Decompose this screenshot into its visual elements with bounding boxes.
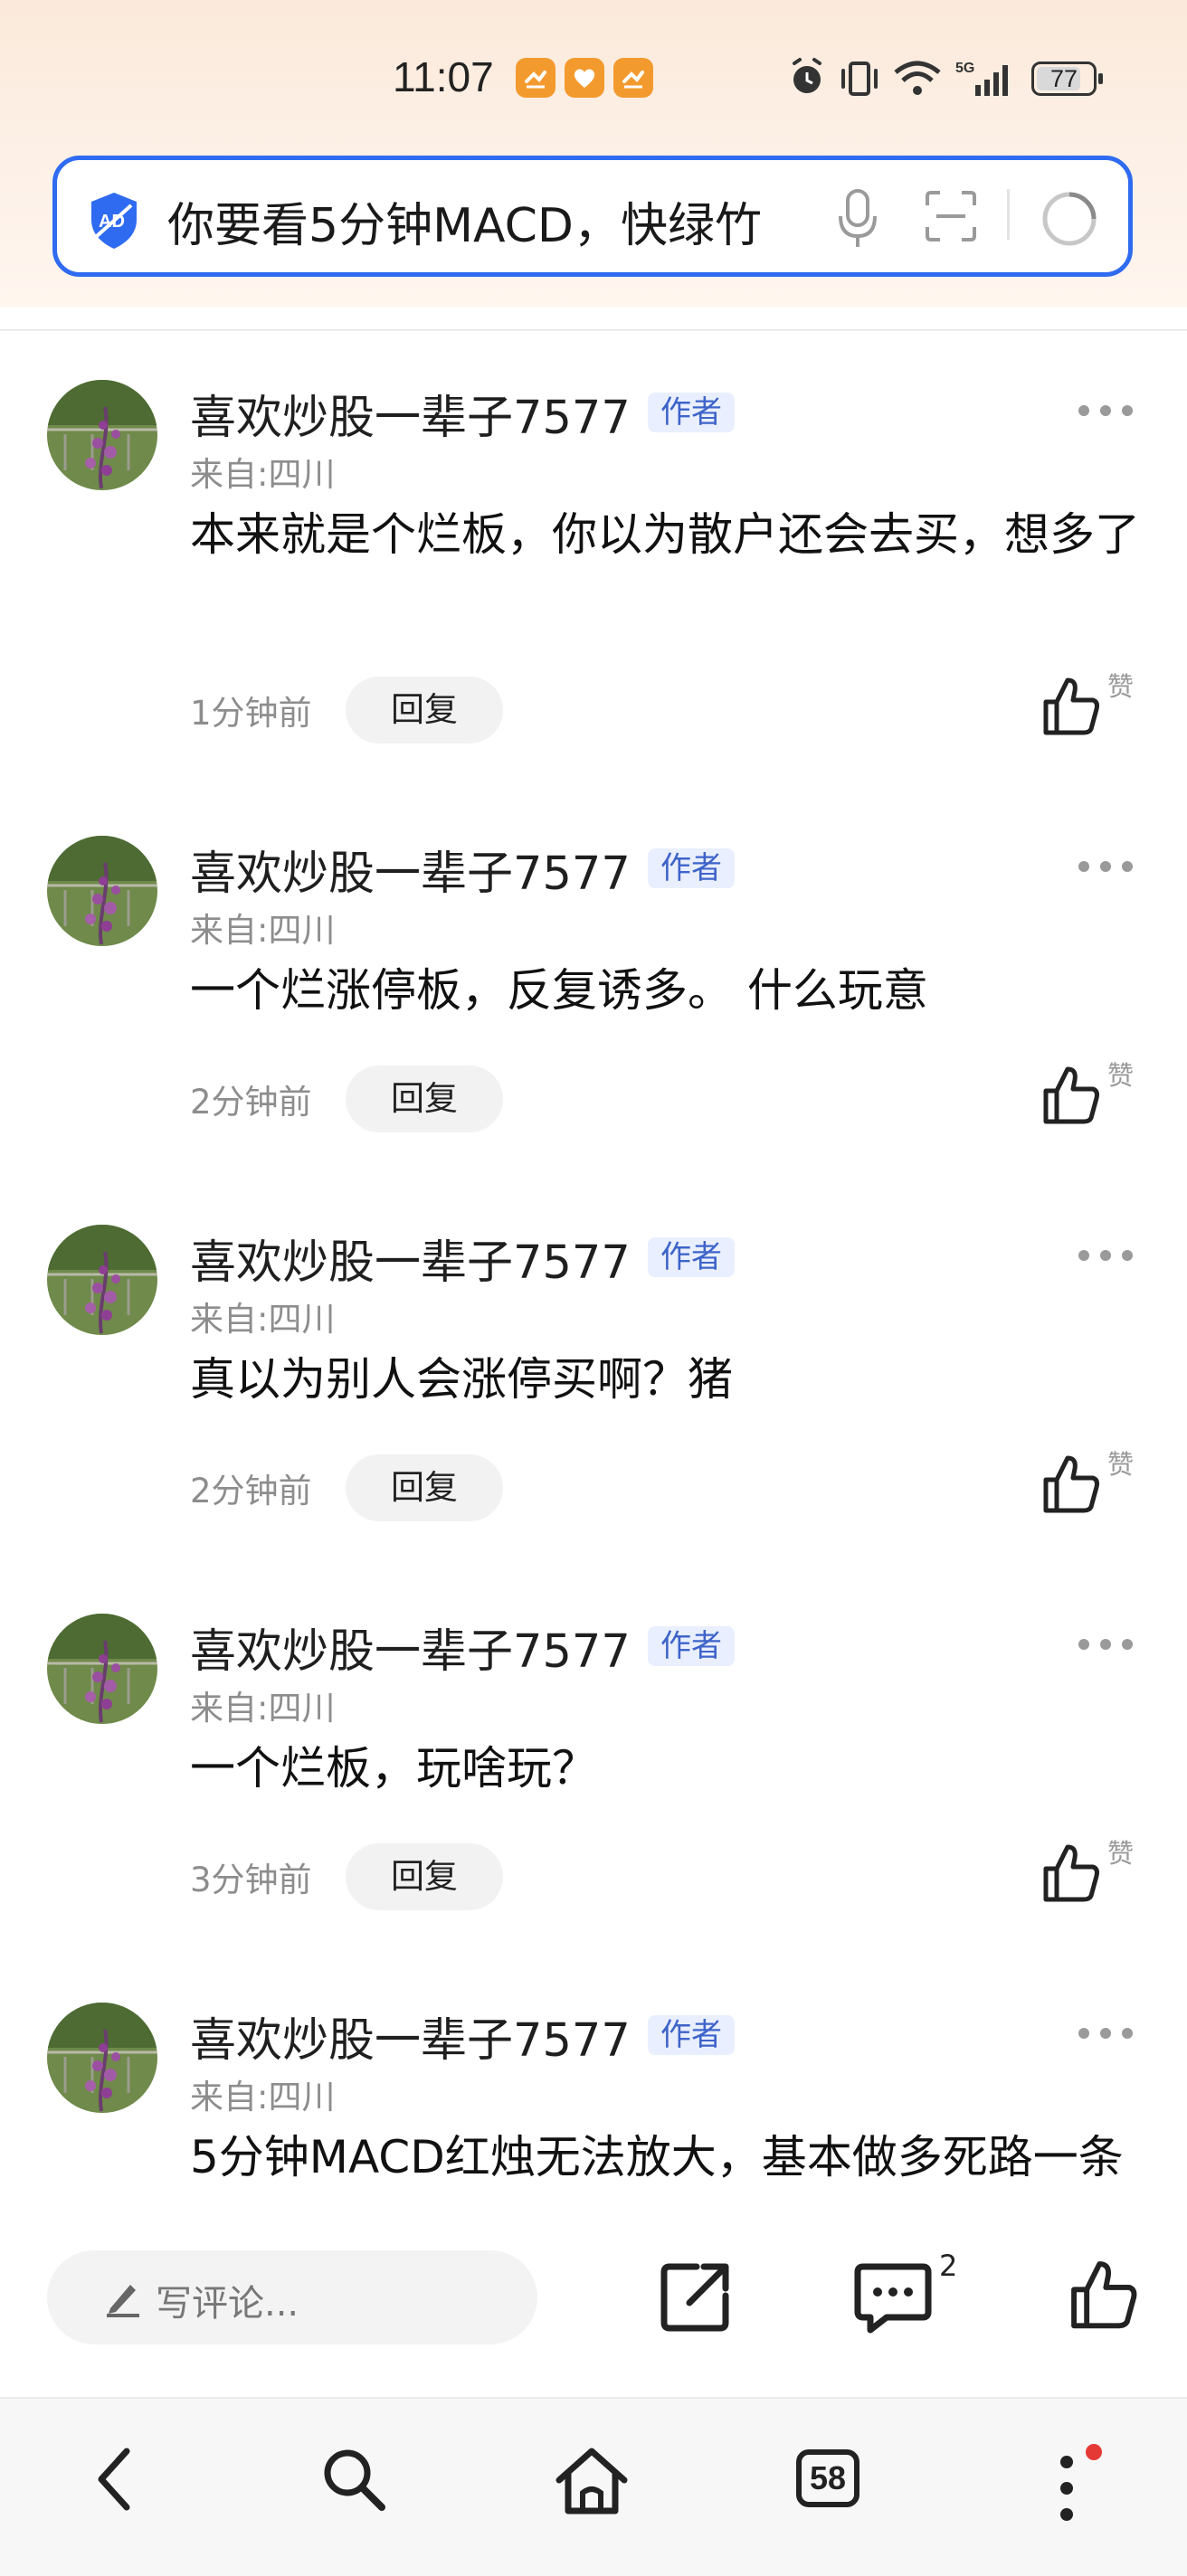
divider [1007, 189, 1010, 240]
status-bar: 11:07 5G 77 [0, 0, 1187, 154]
tabs-count: 58 [809, 2459, 847, 2496]
location: 来自:四川 [190, 1689, 336, 1728]
separator [0, 329, 1187, 331]
vibrate-icon [841, 62, 878, 96]
signal-icon: 5G [955, 61, 1008, 96]
more-options-icon[interactable] [1077, 1248, 1135, 1263]
thumbs-up-icon[interactable] [1040, 1453, 1102, 1514]
comment-input[interactable]: 写评论... [47, 2250, 537, 2344]
more-options-icon[interactable] [1077, 403, 1135, 418]
notification-app-icon [516, 58, 556, 98]
search-icon[interactable] [320, 2446, 387, 2513]
ad-block-shield-icon[interactable]: AD [88, 191, 140, 251]
microphone-icon[interactable] [835, 187, 880, 251]
author-badge: 作者 [648, 1237, 735, 1277]
username[interactable]: 喜欢炒股一辈子7577 [190, 1614, 631, 1681]
share-icon[interactable] [657, 2259, 733, 2335]
username[interactable]: 喜欢炒股一辈子7577 [190, 380, 631, 447]
comment-item: 喜欢炒股一辈子7577 作者 来自:四川 5分钟MACD红烛无法放大，基本做多死… [0, 2003, 1187, 2225]
thumbs-up-icon[interactable] [1040, 675, 1102, 736]
reply-button[interactable]: 回复 [346, 1454, 503, 1521]
timestamp: 2分钟前 [190, 1083, 312, 1122]
reply-button[interactable]: 回复 [346, 1065, 503, 1132]
comment-text: 一个烂板，玩啥玩？ [190, 1742, 597, 1795]
more-options-icon[interactable] [1077, 2026, 1135, 2041]
system-status-icons: 5G [793, 58, 1008, 96]
location: 来自:四川 [190, 911, 336, 950]
author-badge: 作者 [648, 848, 735, 888]
comment-text: 本来就是个烂板，你以为散户还会去买，想多了 [190, 508, 1140, 561]
comment-text: 5分钟MACD红烛无法放大，基本做多死路一条 [190, 2131, 1124, 2183]
avatar[interactable] [47, 380, 157, 490]
timestamp: 2分钟前 [190, 1472, 312, 1511]
heart-notification-icon [565, 58, 604, 98]
reply-button[interactable]: 回复 [346, 1843, 503, 1910]
reply-button[interactable]: 回复 [346, 677, 503, 743]
battery-indicator: 77 [1031, 62, 1103, 96]
username[interactable]: 喜欢炒股一辈子7577 [190, 836, 631, 903]
bottom-navigation: 58 [0, 2397, 1187, 2576]
notification-dot [1086, 2444, 1102, 2460]
location: 来自:四川 [190, 1300, 336, 1339]
location: 来自:四川 [190, 455, 336, 494]
search-bar[interactable]: AD 你要看5分钟MACD，快绿竹 [52, 156, 1133, 277]
refresh-icon[interactable] [1040, 189, 1099, 249]
thumbs-up-icon[interactable] [1068, 2258, 1140, 2330]
author-badge: 作者 [648, 2015, 735, 2055]
thumbs-up-icon[interactable] [1040, 1842, 1102, 1903]
pen-icon [107, 2285, 139, 2317]
search-input[interactable]: 你要看5分钟MACD，快绿竹 [167, 187, 864, 255]
timestamp: 3分钟前 [190, 1861, 312, 1899]
comment-text: 一个烂涨停板，反复诱多。 什么玩意 [190, 964, 928, 1017]
avatar[interactable] [47, 1614, 157, 1724]
like-label: 赞 [1107, 1060, 1135, 1091]
alarm-icon [793, 58, 821, 93]
menu-icon[interactable] [1057, 2453, 1077, 2524]
comment-count-badge: 2 [939, 2249, 958, 2283]
thumbs-up-icon[interactable] [1040, 1064, 1102, 1125]
author-badge: 作者 [648, 1626, 735, 1666]
author-badge: 作者 [648, 393, 735, 432]
more-options-icon[interactable] [1077, 1637, 1135, 1652]
like-label: 赞 [1107, 671, 1135, 702]
home-icon[interactable] [554, 2446, 630, 2516]
avatar[interactable] [47, 836, 157, 946]
back-icon[interactable] [94, 2446, 134, 2513]
wifi-icon [894, 61, 941, 95]
comment-text: 真以为别人会涨停买啊？猪 [190, 1353, 733, 1406]
action-bar: 写评论... 2 [0, 2227, 1187, 2399]
more-options-icon[interactable] [1077, 859, 1135, 874]
like-label: 赞 [1107, 1838, 1135, 1869]
avatar[interactable] [47, 1225, 157, 1335]
username[interactable]: 喜欢炒股一辈子7577 [190, 2003, 631, 2069]
tabs-button[interactable]: 58 [796, 2449, 859, 2507]
like-label: 赞 [1107, 1449, 1135, 1480]
top-area: 11:07 5G 77 你要看5分钟MACD，快绿竹 [0, 0, 1187, 308]
location: 来自:四川 [190, 2078, 336, 2117]
svg-text:5G: 5G [955, 61, 974, 76]
status-time: 11:07 [393, 53, 494, 100]
notification-app-icon [613, 58, 653, 98]
comment-placeholder: 写评论... [156, 2283, 299, 2325]
comments-icon[interactable] [854, 2259, 932, 2335]
username[interactable]: 喜欢炒股一辈子7577 [190, 1225, 631, 1292]
timestamp: 1分钟前 [190, 694, 312, 733]
avatar[interactable] [47, 2003, 157, 2113]
scan-icon[interactable] [924, 189, 978, 243]
